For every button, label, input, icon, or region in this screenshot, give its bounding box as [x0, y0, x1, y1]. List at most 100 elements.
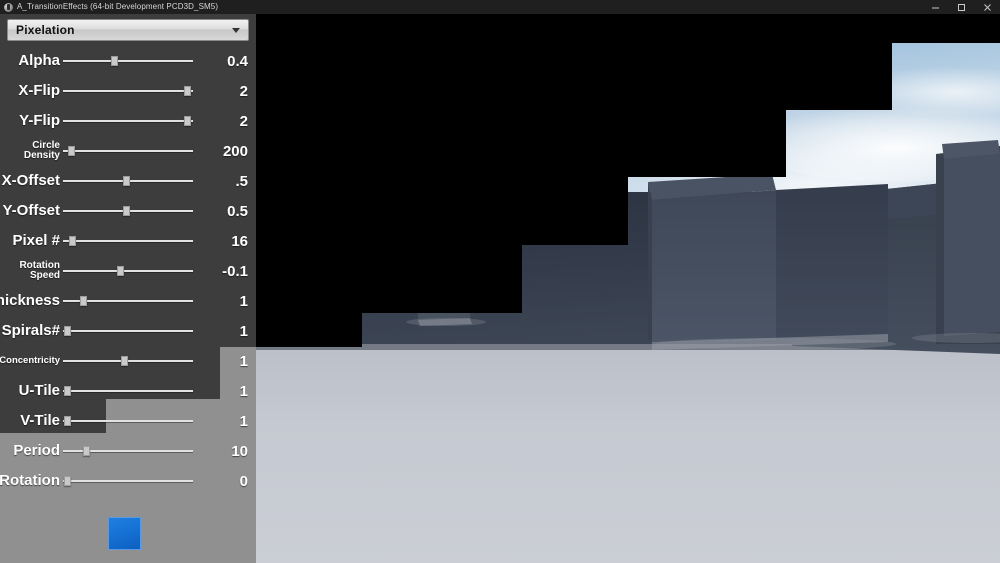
parameter-slider[interactable]: [63, 264, 193, 278]
parameter-label: X-Flip: [18, 82, 60, 100]
parameter-row: Concentricity 1: [0, 346, 256, 376]
parameter-slider[interactable]: [63, 144, 193, 158]
window-title: A_TransitionEffects (64-bit Development …: [17, 2, 219, 11]
parameter-row: U-Tile 1: [0, 376, 256, 406]
chevron-down-icon: [232, 27, 240, 33]
parameter-rows: Alpha 0.4 X-Flip 2 Y-Flip 2 Circle Density 200 X…: [0, 46, 256, 496]
parameter-slider[interactable]: [63, 294, 193, 308]
slider-track[interactable]: [63, 330, 193, 332]
unreal-engine-icon: [4, 2, 13, 12]
scene-cube-small-left: [418, 183, 474, 326]
slider-handle[interactable]: [82, 446, 90, 456]
slider-handle[interactable]: [64, 386, 72, 396]
parameter-slider[interactable]: [63, 384, 193, 398]
slider-handle[interactable]: [183, 86, 191, 96]
game-viewport[interactable]: [256, 14, 1000, 563]
parameter-label: V-Tile: [20, 412, 60, 430]
parameter-value: 0.4: [227, 52, 248, 70]
parameter-slider[interactable]: [63, 414, 193, 428]
parameter-row: Thickness 1: [0, 286, 256, 316]
parameter-slider[interactable]: [63, 54, 193, 68]
slider-handle[interactable]: [80, 296, 88, 306]
slider-track[interactable]: [63, 90, 193, 92]
parameter-row: Spirals# 1: [0, 316, 256, 346]
parameter-value: -0.1: [222, 262, 248, 280]
slider-track[interactable]: [63, 480, 193, 482]
parameter-row: V-Tile 1: [0, 406, 256, 436]
parameter-slider[interactable]: [63, 174, 193, 188]
effect-select-dropdown[interactable]: Pixelation: [7, 19, 249, 41]
parameter-label: Circle Density: [23, 139, 60, 161]
parameter-value: 200: [222, 142, 248, 160]
slider-handle[interactable]: [123, 206, 131, 216]
scene-cube-center: [648, 174, 888, 350]
slider-track[interactable]: [63, 270, 193, 272]
slider-track[interactable]: [63, 120, 193, 122]
parameter-row: X-Flip 2: [0, 76, 256, 106]
parameter-label: Rotation: [0, 472, 60, 490]
window-controls: [922, 0, 1000, 14]
slider-track[interactable]: [63, 420, 193, 422]
parameter-value: 16: [231, 232, 248, 250]
slider-track[interactable]: [63, 60, 193, 62]
parameter-row: Y-Offset 0.5: [0, 196, 256, 226]
slider-handle[interactable]: [64, 476, 72, 486]
slider-handle[interactable]: [120, 356, 128, 366]
slider-track[interactable]: [63, 390, 193, 392]
parameter-label: Thickness: [0, 292, 60, 310]
slider-handle[interactable]: [110, 56, 118, 66]
parameter-slider[interactable]: [63, 204, 193, 218]
parameter-slider[interactable]: [63, 444, 193, 458]
parameter-slider[interactable]: [63, 324, 193, 338]
parameter-label: Spirals#: [1, 322, 60, 340]
maximize-button[interactable]: [948, 0, 974, 14]
parameter-slider[interactable]: [63, 474, 193, 488]
slider-handle[interactable]: [64, 416, 72, 426]
close-button[interactable]: [974, 0, 1000, 14]
parameter-value: 1: [239, 412, 248, 430]
parameter-row: Y-Flip 2: [0, 106, 256, 136]
parameter-slider[interactable]: [63, 114, 193, 128]
slider-track[interactable]: [63, 360, 193, 362]
parameter-label: Pixel #: [12, 232, 60, 250]
parameter-row: Alpha 0.4: [0, 46, 256, 76]
parameter-label: Concentricity: [0, 355, 60, 367]
slider-handle[interactable]: [183, 116, 191, 126]
parameter-label: X-Offset: [1, 172, 60, 190]
parameter-label: Rotation Speed: [19, 259, 60, 281]
parameter-value: 2: [239, 82, 248, 100]
parameter-label: U-Tile: [18, 382, 60, 400]
parameter-label: Period: [13, 442, 60, 460]
slider-handle[interactable]: [67, 146, 75, 156]
slider-track[interactable]: [63, 240, 193, 242]
effect-select-value: Pixelation: [16, 23, 75, 37]
parameter-row: Rotation Speed -0.1: [0, 256, 256, 286]
parameter-value: 1: [239, 352, 248, 370]
parameter-label: Y-Offset: [2, 202, 60, 220]
parameter-row: Period 10: [0, 436, 256, 466]
controls-sidebar: Pixelation Alpha 0.4 X-Flip 2 Y-Flip 2 Circle …: [0, 14, 256, 563]
parameter-row: Pixel # 16: [0, 226, 256, 256]
parameter-value: 1: [239, 292, 248, 310]
scene-column-right: [942, 140, 1000, 336]
slider-handle[interactable]: [117, 266, 125, 276]
parameter-value: 10: [231, 442, 248, 460]
slider-handle[interactable]: [64, 326, 72, 336]
parameter-value: 1: [239, 382, 248, 400]
parameter-slider[interactable]: [63, 84, 193, 98]
parameter-value: 0.5: [227, 202, 248, 220]
slider-handle[interactable]: [123, 176, 131, 186]
slider-handle[interactable]: [69, 236, 77, 246]
parameter-value: 1: [239, 322, 248, 340]
parameter-row: X-Offset .5: [0, 166, 256, 196]
parameter-slider[interactable]: [63, 234, 193, 248]
parameter-value: .5: [235, 172, 248, 190]
color-swatch-button[interactable]: [108, 517, 141, 550]
parameter-row: Rotation 0: [0, 466, 256, 496]
parameter-slider[interactable]: [63, 354, 193, 368]
minimize-button[interactable]: [922, 0, 948, 14]
application-window: A_TransitionEffects (64-bit Development …: [0, 0, 1000, 563]
parameter-label: Y-Flip: [19, 112, 60, 130]
slider-track[interactable]: [63, 150, 193, 152]
rendered-3d-scene: [256, 14, 1000, 563]
